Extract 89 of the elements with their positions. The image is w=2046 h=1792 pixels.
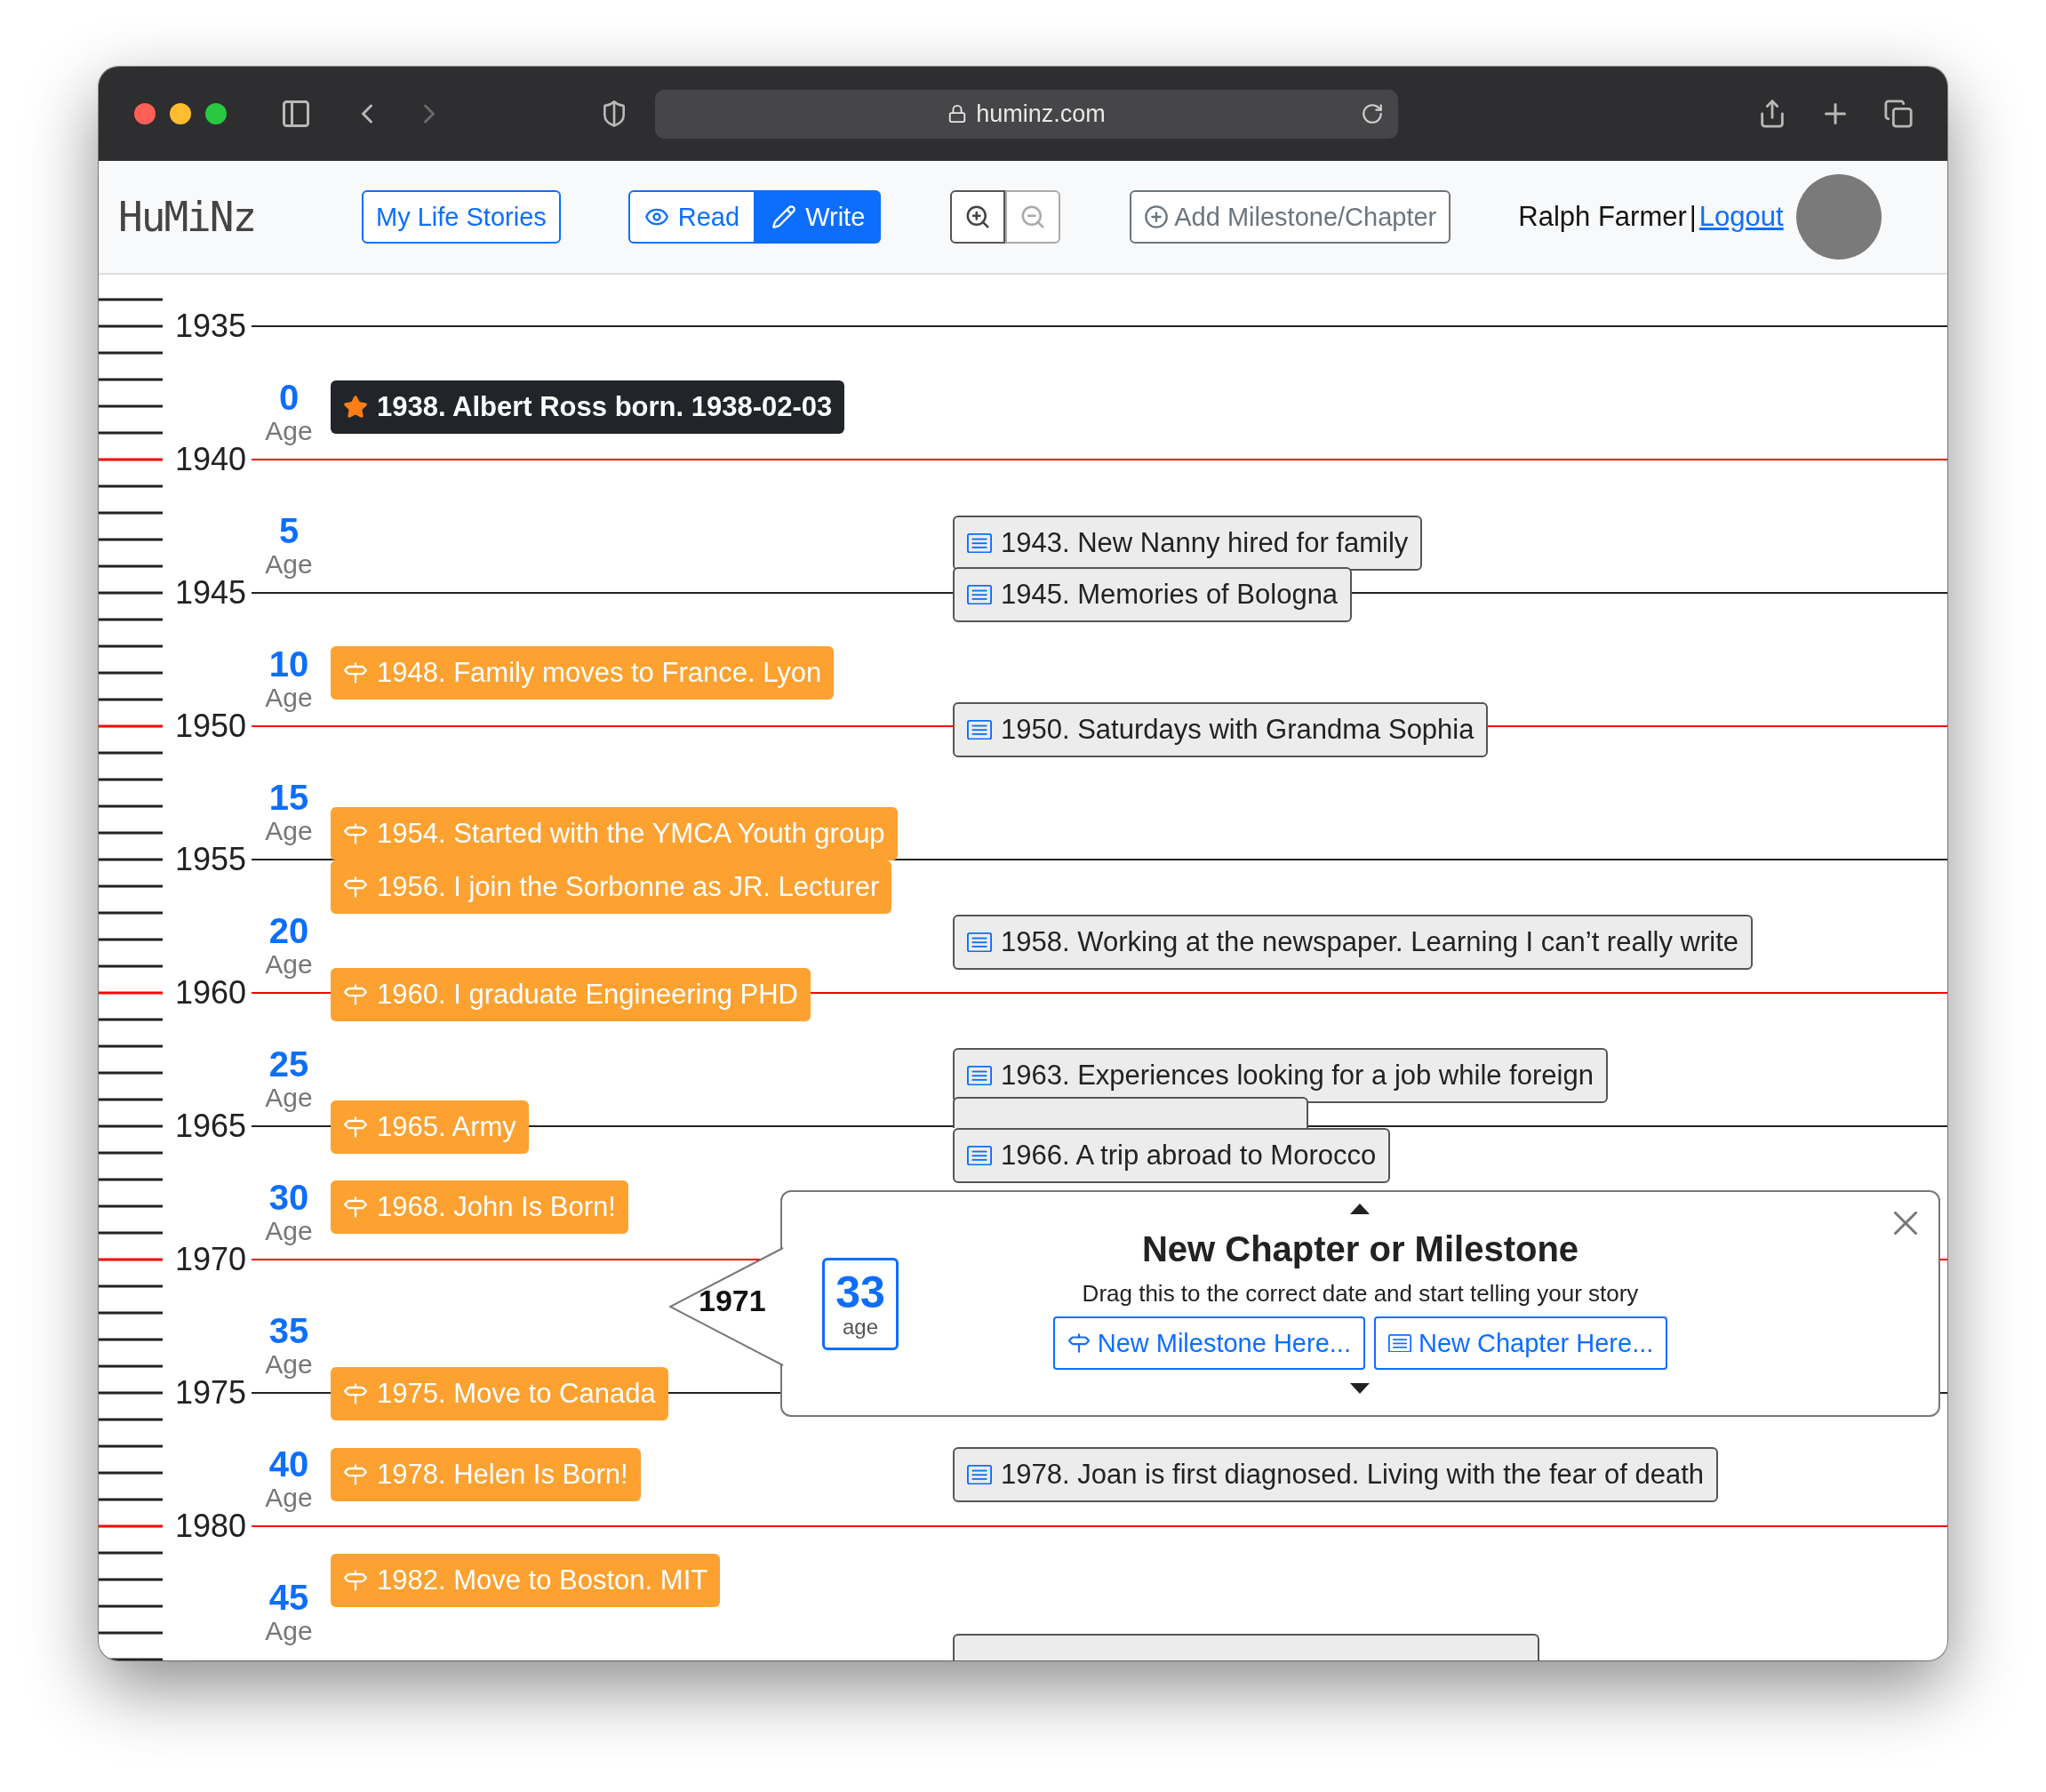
document-icon	[967, 584, 992, 605]
age-label: Age	[265, 815, 313, 847]
age-label: Age	[265, 948, 313, 980]
document-icon	[1387, 1333, 1411, 1353]
document-icon	[967, 932, 992, 953]
year-label: 1955	[175, 841, 248, 878]
year-label: 1940	[175, 441, 248, 478]
sidebar-icon[interactable]	[280, 98, 312, 130]
year-label: 1975	[175, 1374, 248, 1412]
user-name: Ralph Farmer	[1518, 201, 1687, 233]
chapter-entry[interactable]: 1945. Memories of Bologna	[953, 567, 1353, 622]
signpost-icon	[343, 1195, 368, 1220]
popup-subtitle: Drag this to the correct date and start telling your story	[1082, 1280, 1639, 1308]
age-label: Age	[265, 1615, 313, 1647]
plus-circle-icon	[1144, 204, 1170, 229]
age-label: Age	[265, 548, 313, 580]
signpost-icon	[343, 875, 368, 900]
age-number: 20	[268, 913, 309, 948]
document-icon	[967, 1145, 992, 1166]
signpost-icon	[343, 982, 368, 1007]
document-icon	[967, 532, 992, 554]
age-label: Age	[265, 1082, 313, 1114]
age-caption: age	[842, 1315, 878, 1339]
document-icon	[967, 1464, 992, 1485]
year-label: 1935	[175, 308, 248, 345]
age-label: Age	[265, 1215, 313, 1247]
signpost-icon	[343, 1462, 368, 1487]
add-milestone-button[interactable]: Add Milestone/Chapter	[1130, 190, 1451, 244]
mode-tab[interactable]: Read	[627, 190, 756, 244]
zoom-in-button[interactable]	[950, 190, 1006, 244]
new-milestone-button[interactable]: New Milestone Here...	[1052, 1316, 1365, 1370]
close-window-button[interactable]	[134, 103, 156, 124]
age-number: 0	[278, 380, 300, 415]
chapter-entry[interactable]: 1943. New Nanny hired for family	[953, 516, 1423, 571]
popup-year: 1971	[699, 1284, 766, 1318]
age-number: 15	[268, 780, 309, 815]
logout-link[interactable]: Logout	[1698, 201, 1784, 233]
age-label: Age	[265, 682, 313, 714]
age-label: Age	[265, 415, 313, 447]
age-number: 5	[278, 513, 300, 548]
age-value: 33	[835, 1268, 885, 1316]
tabs-overview-icon[interactable]	[1883, 99, 1914, 129]
reload-icon[interactable]	[1361, 101, 1384, 125]
my-life-stories-button[interactable]: My Life Stories	[362, 190, 561, 244]
year-label: 1960	[175, 974, 248, 1012]
zoom-out-icon	[1019, 204, 1047, 230]
birth-entry[interactable]: 1938. Albert Ross born. 1938-02-03	[331, 380, 845, 434]
signpost-icon	[343, 1568, 368, 1593]
zoom-in-icon	[964, 204, 992, 230]
year-label: 1980	[175, 1508, 248, 1545]
year-label: 1970	[175, 1241, 248, 1278]
maximize-window-button[interactable]	[205, 103, 227, 124]
age-number: 10	[268, 646, 309, 682]
chapter-entry-edge[interactable]	[953, 1097, 1308, 1128]
document-icon	[967, 719, 992, 740]
separator-text: |	[1689, 201, 1697, 233]
year-label: 1965	[175, 1108, 248, 1145]
chapter-entry[interactable]: 1966. A trip abroad to Morocco	[953, 1128, 1391, 1183]
year-label: 1950	[175, 708, 248, 745]
address-bar[interactable]: huminz.com	[655, 89, 1398, 139]
age-number: 45	[268, 1580, 309, 1615]
age-number: 25	[268, 1046, 309, 1082]
popup-title: New Chapter or Milestone	[1141, 1229, 1579, 1269]
url-text: huminz.com	[976, 100, 1106, 128]
chapter-entry[interactable]: 1950. Saturdays with Grandma Sophia	[953, 702, 1489, 757]
document-icon	[967, 1065, 992, 1086]
caret-up-icon[interactable]	[1349, 1203, 1371, 1215]
signpost-icon	[343, 1115, 368, 1140]
chapter-entry[interactable]: 1958. Working at the newspaper. Learning I can’t really write	[953, 915, 1753, 970]
new-chapter-button[interactable]: New Chapter Here...	[1373, 1316, 1668, 1370]
signpost-icon	[343, 1381, 368, 1406]
age-number: 30	[268, 1180, 309, 1215]
signpost-icon	[343, 660, 368, 685]
age-label: Age	[265, 1482, 313, 1514]
signpost-icon	[1067, 1332, 1091, 1355]
age-number: 35	[268, 1313, 309, 1348]
pencil-icon	[771, 204, 797, 229]
minimize-window-button[interactable]	[170, 103, 191, 124]
chapter-entry[interactable]: 1978. Joan is first diagnosed. Living with the fear of death	[953, 1447, 1718, 1502]
chapter-entry[interactable]: 1963. Experiences looking for a job while foreign	[953, 1048, 1608, 1103]
age-label: Age	[265, 1348, 313, 1380]
lock-icon	[947, 104, 968, 124]
year-label: 1945	[175, 574, 248, 612]
signpost-icon	[343, 821, 368, 846]
age-number: 40	[268, 1446, 309, 1482]
mode-tab[interactable]: Write	[755, 190, 882, 244]
caret-down-icon[interactable]	[1349, 1382, 1371, 1395]
logo[interactable]: HuMiNz	[118, 193, 340, 241]
star-icon	[343, 395, 368, 420]
